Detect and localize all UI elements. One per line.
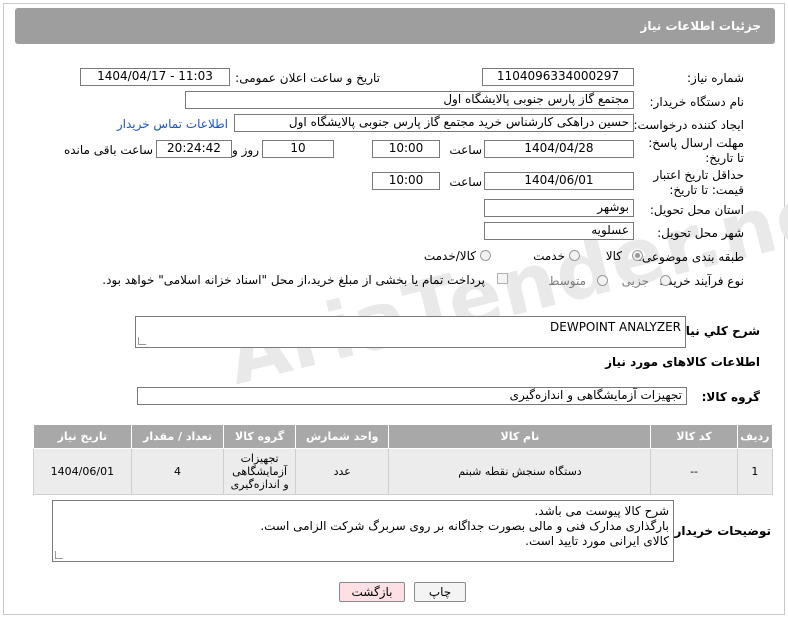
need-number-label: شماره نیاز: bbox=[687, 71, 744, 85]
cell-row: 1 bbox=[736, 448, 774, 495]
cell-code: -- bbox=[650, 448, 738, 495]
category-option-both: کالا/خدمت bbox=[423, 249, 476, 263]
goods-group-label: گروه کالا: bbox=[701, 390, 760, 404]
contact-info-link[interactable]: اطلاعات تماس خریدار bbox=[117, 117, 228, 131]
goods-group-field[interactable]: تجهیزات آزمایشگاهی و اندازه‌گیری bbox=[137, 387, 687, 405]
col-header-name: نام کالا bbox=[388, 424, 652, 449]
buyer-org-label: نام دستگاه خریدار: bbox=[649, 95, 745, 109]
col-header-unit: واحد شمارش bbox=[294, 424, 390, 449]
deadline-label: مهلت ارسال پاسخ: تا تاریخ: bbox=[648, 136, 744, 165]
treasury-note: پرداخت تمام یا بخشی از مبلغ خرید،از محل … bbox=[102, 273, 485, 287]
category-option-goods: کالا bbox=[605, 249, 622, 263]
validity-date-field[interactable]: 1404/06/01 bbox=[484, 172, 634, 190]
deadline-date-field[interactable]: 1404/04/28 bbox=[484, 140, 634, 158]
category-radio-service[interactable] bbox=[569, 250, 580, 261]
validity-time-label: ساعت bbox=[449, 175, 482, 189]
treasury-checkbox[interactable] bbox=[497, 273, 508, 284]
city-label: شهر محل تحویل: bbox=[657, 226, 744, 240]
days-field[interactable]: 10 bbox=[262, 140, 334, 158]
process-radio-medium[interactable] bbox=[597, 275, 608, 286]
print-button[interactable]: چاپ bbox=[414, 582, 466, 602]
cell-date: 1404/06/01 bbox=[33, 448, 132, 495]
creator-label: ایجاد کننده درخواست: bbox=[633, 118, 744, 132]
deadline-time-field[interactable]: 10:00 bbox=[372, 140, 440, 158]
resize-handle[interactable] bbox=[55, 551, 63, 559]
category-option-service: خدمت bbox=[533, 249, 565, 263]
province-label: استان محل تحویل: bbox=[649, 203, 744, 217]
col-header-qty: تعداد / مقدار bbox=[130, 424, 225, 449]
description-value: DEWPOINT ANALYZER bbox=[550, 320, 681, 334]
need-number-field[interactable]: 1104096334000297 bbox=[482, 68, 634, 86]
buyer-org-field[interactable]: مجتمع گاز پارس جنوبی پالایشگاه اول bbox=[185, 91, 634, 109]
city-field[interactable]: عسلویه bbox=[484, 222, 634, 240]
category-radio-goods[interactable] bbox=[632, 250, 643, 261]
buyer-note-line: شرح کالا پیوست می باشد. bbox=[534, 504, 669, 518]
items-section-title: اطلاعات کالاهای مورد نیاز bbox=[605, 355, 760, 369]
cell-group: تجهیزات آزمایشگاهی و اندازه‌گیری bbox=[223, 448, 296, 495]
cell-unit: عدد bbox=[294, 448, 390, 495]
cell-name: دستگاه سنجش نقطه شبنم bbox=[388, 448, 652, 495]
remaining-time-field[interactable]: 20:24:42 bbox=[156, 140, 232, 158]
page-title: جزئیات اطلاعات نیاز bbox=[640, 19, 761, 33]
buyer-note-line: کالای ایرانی مورد تایید است. bbox=[525, 534, 669, 548]
process-label: نوع فرآیند خرید : bbox=[659, 274, 744, 288]
resize-handle[interactable] bbox=[138, 337, 146, 345]
cell-qty: 4 bbox=[130, 448, 225, 495]
validity-time-field[interactable]: 10:00 bbox=[372, 172, 440, 190]
description-label: شرح کلي نياز: bbox=[674, 324, 760, 338]
col-header-code: کد کالا bbox=[650, 424, 738, 449]
buyer-notes-field[interactable]: شرح کالا پیوست می باشد. بارگذاری مدارک ف… bbox=[52, 500, 674, 562]
table-row: 1 -- دستگاه سنجش نقطه شبنم عدد تجهیزات آ… bbox=[33, 448, 774, 495]
back-button[interactable]: بازگشت bbox=[339, 582, 405, 602]
buyer-note-line: بارگذاری مدارک فنی و مالی بصورت جداگانه … bbox=[260, 519, 669, 533]
remaining-label: ساعت باقی مانده bbox=[63, 143, 153, 157]
province-field[interactable]: بوشهر bbox=[484, 199, 634, 217]
process-option-minor: جزیی bbox=[621, 274, 649, 288]
col-header-date: تاریخ نیاز bbox=[33, 424, 132, 449]
process-radio-minor[interactable] bbox=[660, 275, 671, 286]
buyer-notes-label: توضیحات خریدار: bbox=[669, 524, 771, 538]
items-table: ردیف کد کالا نام کالا واحد شمارش گروه کا… bbox=[33, 424, 774, 495]
announce-label: تاریخ و ساعت اعلان عمومی: bbox=[235, 71, 380, 85]
deadline-time-label: ساعت bbox=[449, 143, 482, 157]
announce-field[interactable]: 1404/04/17 - 11:03 bbox=[80, 68, 230, 86]
page-header: جزئیات اطلاعات نیاز bbox=[15, 8, 775, 44]
days-label: روز و bbox=[232, 143, 259, 157]
col-header-row: ردیف bbox=[736, 424, 774, 449]
category-label: طبقه بندی موضوعی: bbox=[637, 250, 744, 264]
category-radio-both[interactable] bbox=[480, 250, 491, 261]
col-header-group: گروه کالا bbox=[223, 424, 296, 449]
creator-field[interactable]: حسین دراهکی کارشناس خرید مجتمع گاز پارس … bbox=[234, 114, 634, 132]
process-option-medium: متوسط bbox=[548, 274, 586, 288]
validity-label: حداقل تاریخ اعتبار قیمت: تا تاریخ: bbox=[653, 168, 744, 197]
description-field[interactable]: DEWPOINT ANALYZER bbox=[135, 316, 686, 348]
